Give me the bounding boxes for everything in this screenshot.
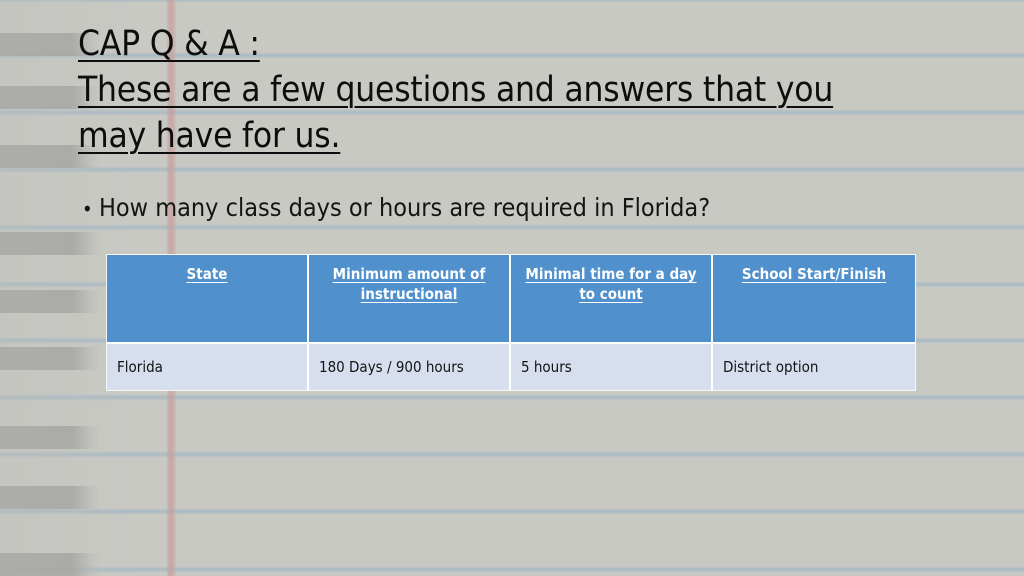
page-title-line-1: CAP Q & A :	[78, 21, 958, 67]
table-header-cell-minimal-day: Minimal time for a day to count	[511, 255, 713, 344]
table-header-label-state: State	[186, 265, 228, 283]
background-gray-bar-8	[0, 553, 100, 576]
background-blue-line-8	[0, 451, 1024, 458]
page-title-line-2: These are a few questions and answers th…	[78, 67, 958, 113]
page-title-line-2-text: These are a few questions and answers th…	[78, 70, 834, 110]
table-cell-school-start-finish: District option	[713, 344, 915, 390]
background-blue-line-0	[0, 0, 1024, 3]
background-gray-bar-5	[0, 347, 100, 370]
page-title-line-3-text: may have for us.	[78, 116, 341, 156]
table-header-label-minimum-instructional: Minimum amount of instructional	[332, 265, 486, 303]
background-blue-line-7	[0, 394, 1024, 401]
table-header-cell-school-start-finish: School Start/Finish	[713, 255, 915, 344]
table-header-label-school-start-finish: School Start/Finish	[741, 265, 887, 283]
table-cell-minimal-day: 5 hours	[511, 344, 713, 390]
bullet-marker-icon: •	[82, 197, 93, 221]
background-blue-line-3	[0, 166, 1024, 173]
background-gray-bar-4	[0, 290, 100, 313]
table-cell-minimum-instructional: 180 Days / 900 hours	[309, 344, 511, 390]
background-gray-bar-6	[0, 426, 100, 449]
table-header-row: State Minimum amount of instructional Mi…	[107, 255, 915, 344]
page-title-line-1-text: CAP Q & A :	[78, 24, 260, 64]
table-header-cell-state: State	[107, 255, 309, 344]
bullet-item-label: How many class days or hours are require…	[99, 193, 711, 222]
slide-canvas: CAP Q & A : These are a few questions an…	[0, 0, 1024, 576]
table-header: State Minimum amount of instructional Mi…	[107, 255, 915, 344]
background-blue-line-9	[0, 508, 1024, 515]
background-gray-bar-7	[0, 486, 100, 509]
background-blue-line-4	[0, 224, 1024, 231]
state-requirements-table: State Minimum amount of instructional Mi…	[107, 255, 915, 390]
background-blue-line-10	[0, 566, 1024, 573]
page-title: CAP Q & A : These are a few questions an…	[78, 21, 958, 159]
table-row: Florida 180 Days / 900 hours 5 hours Dis…	[107, 344, 915, 390]
table-body: Florida 180 Days / 900 hours 5 hours Dis…	[107, 344, 915, 390]
bullet-list-item: • How many class days or hours are requi…	[82, 192, 942, 225]
table-cell-state: Florida	[107, 344, 309, 390]
background-gray-bar-3	[0, 232, 102, 255]
table-header-label-minimal-day: Minimal time for a day to count	[525, 265, 697, 303]
table-header-cell-minimum-instructional: Minimum amount of instructional	[309, 255, 511, 344]
page-title-line-3: may have for us.	[78, 113, 958, 159]
